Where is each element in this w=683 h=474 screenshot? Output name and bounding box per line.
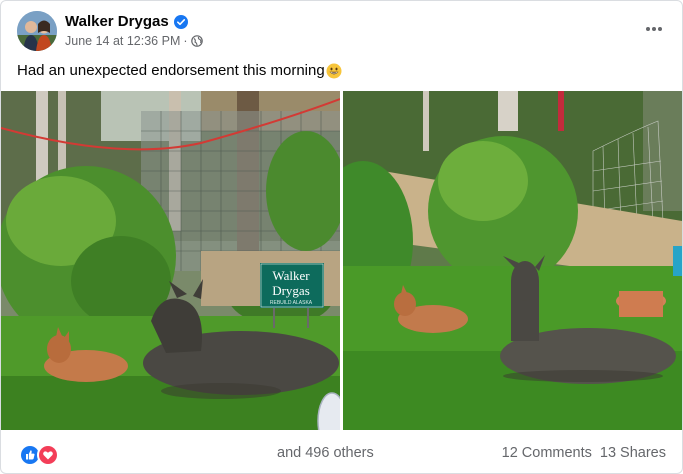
reactions-others-text[interactable]: and 496 others <box>277 445 374 461</box>
author-name[interactable]: Walker Drygas <box>65 13 188 30</box>
grinning-face-emoji <box>326 63 342 79</box>
post-photo-1[interactable]: Walker Drygas REBUILD ALASKA <box>1 91 340 430</box>
shares-count-link[interactable]: 13 Shares <box>600 445 666 461</box>
post-footer: and 496 others 12 Comments 13 Shares <box>1 437 683 469</box>
meta-separator: · <box>183 34 188 48</box>
globe-icon[interactable] <box>190 35 203 47</box>
sign-line-2: Drygas <box>272 283 310 298</box>
post-caption: Had an unexpected endorsement this morni… <box>17 62 342 79</box>
timestamp-link[interactable]: June 14 at 12:36 PM <box>65 34 180 48</box>
post-card: Walker Drygas June 14 at 12:36 PM · Had … <box>0 0 683 474</box>
more-options-icon[interactable] <box>641 19 667 39</box>
post-header: Walker Drygas June 14 at 12:36 PM · <box>17 11 667 55</box>
engagement-counts: 12 Comments 13 Shares <box>502 445 666 461</box>
sign-line-1: Walker <box>272 268 310 283</box>
photo-2-image <box>343 91 682 430</box>
verified-badge-icon <box>173 14 188 29</box>
caption-text: Had an unexpected endorsement this morni… <box>17 62 325 79</box>
post-photo-2[interactable] <box>343 91 682 430</box>
reactions-summary[interactable] <box>19 444 59 466</box>
author-name-text[interactable]: Walker Drygas <box>65 13 169 30</box>
sign-line-3: REBUILD ALASKA <box>270 300 313 306</box>
comments-count-link[interactable]: 12 Comments <box>502 445 592 461</box>
post-meta: June 14 at 12:36 PM · <box>65 34 203 48</box>
photo-1-image: Walker Drygas REBUILD ALASKA <box>1 91 340 430</box>
avatar[interactable] <box>17 11 57 51</box>
love-icon <box>37 444 59 466</box>
